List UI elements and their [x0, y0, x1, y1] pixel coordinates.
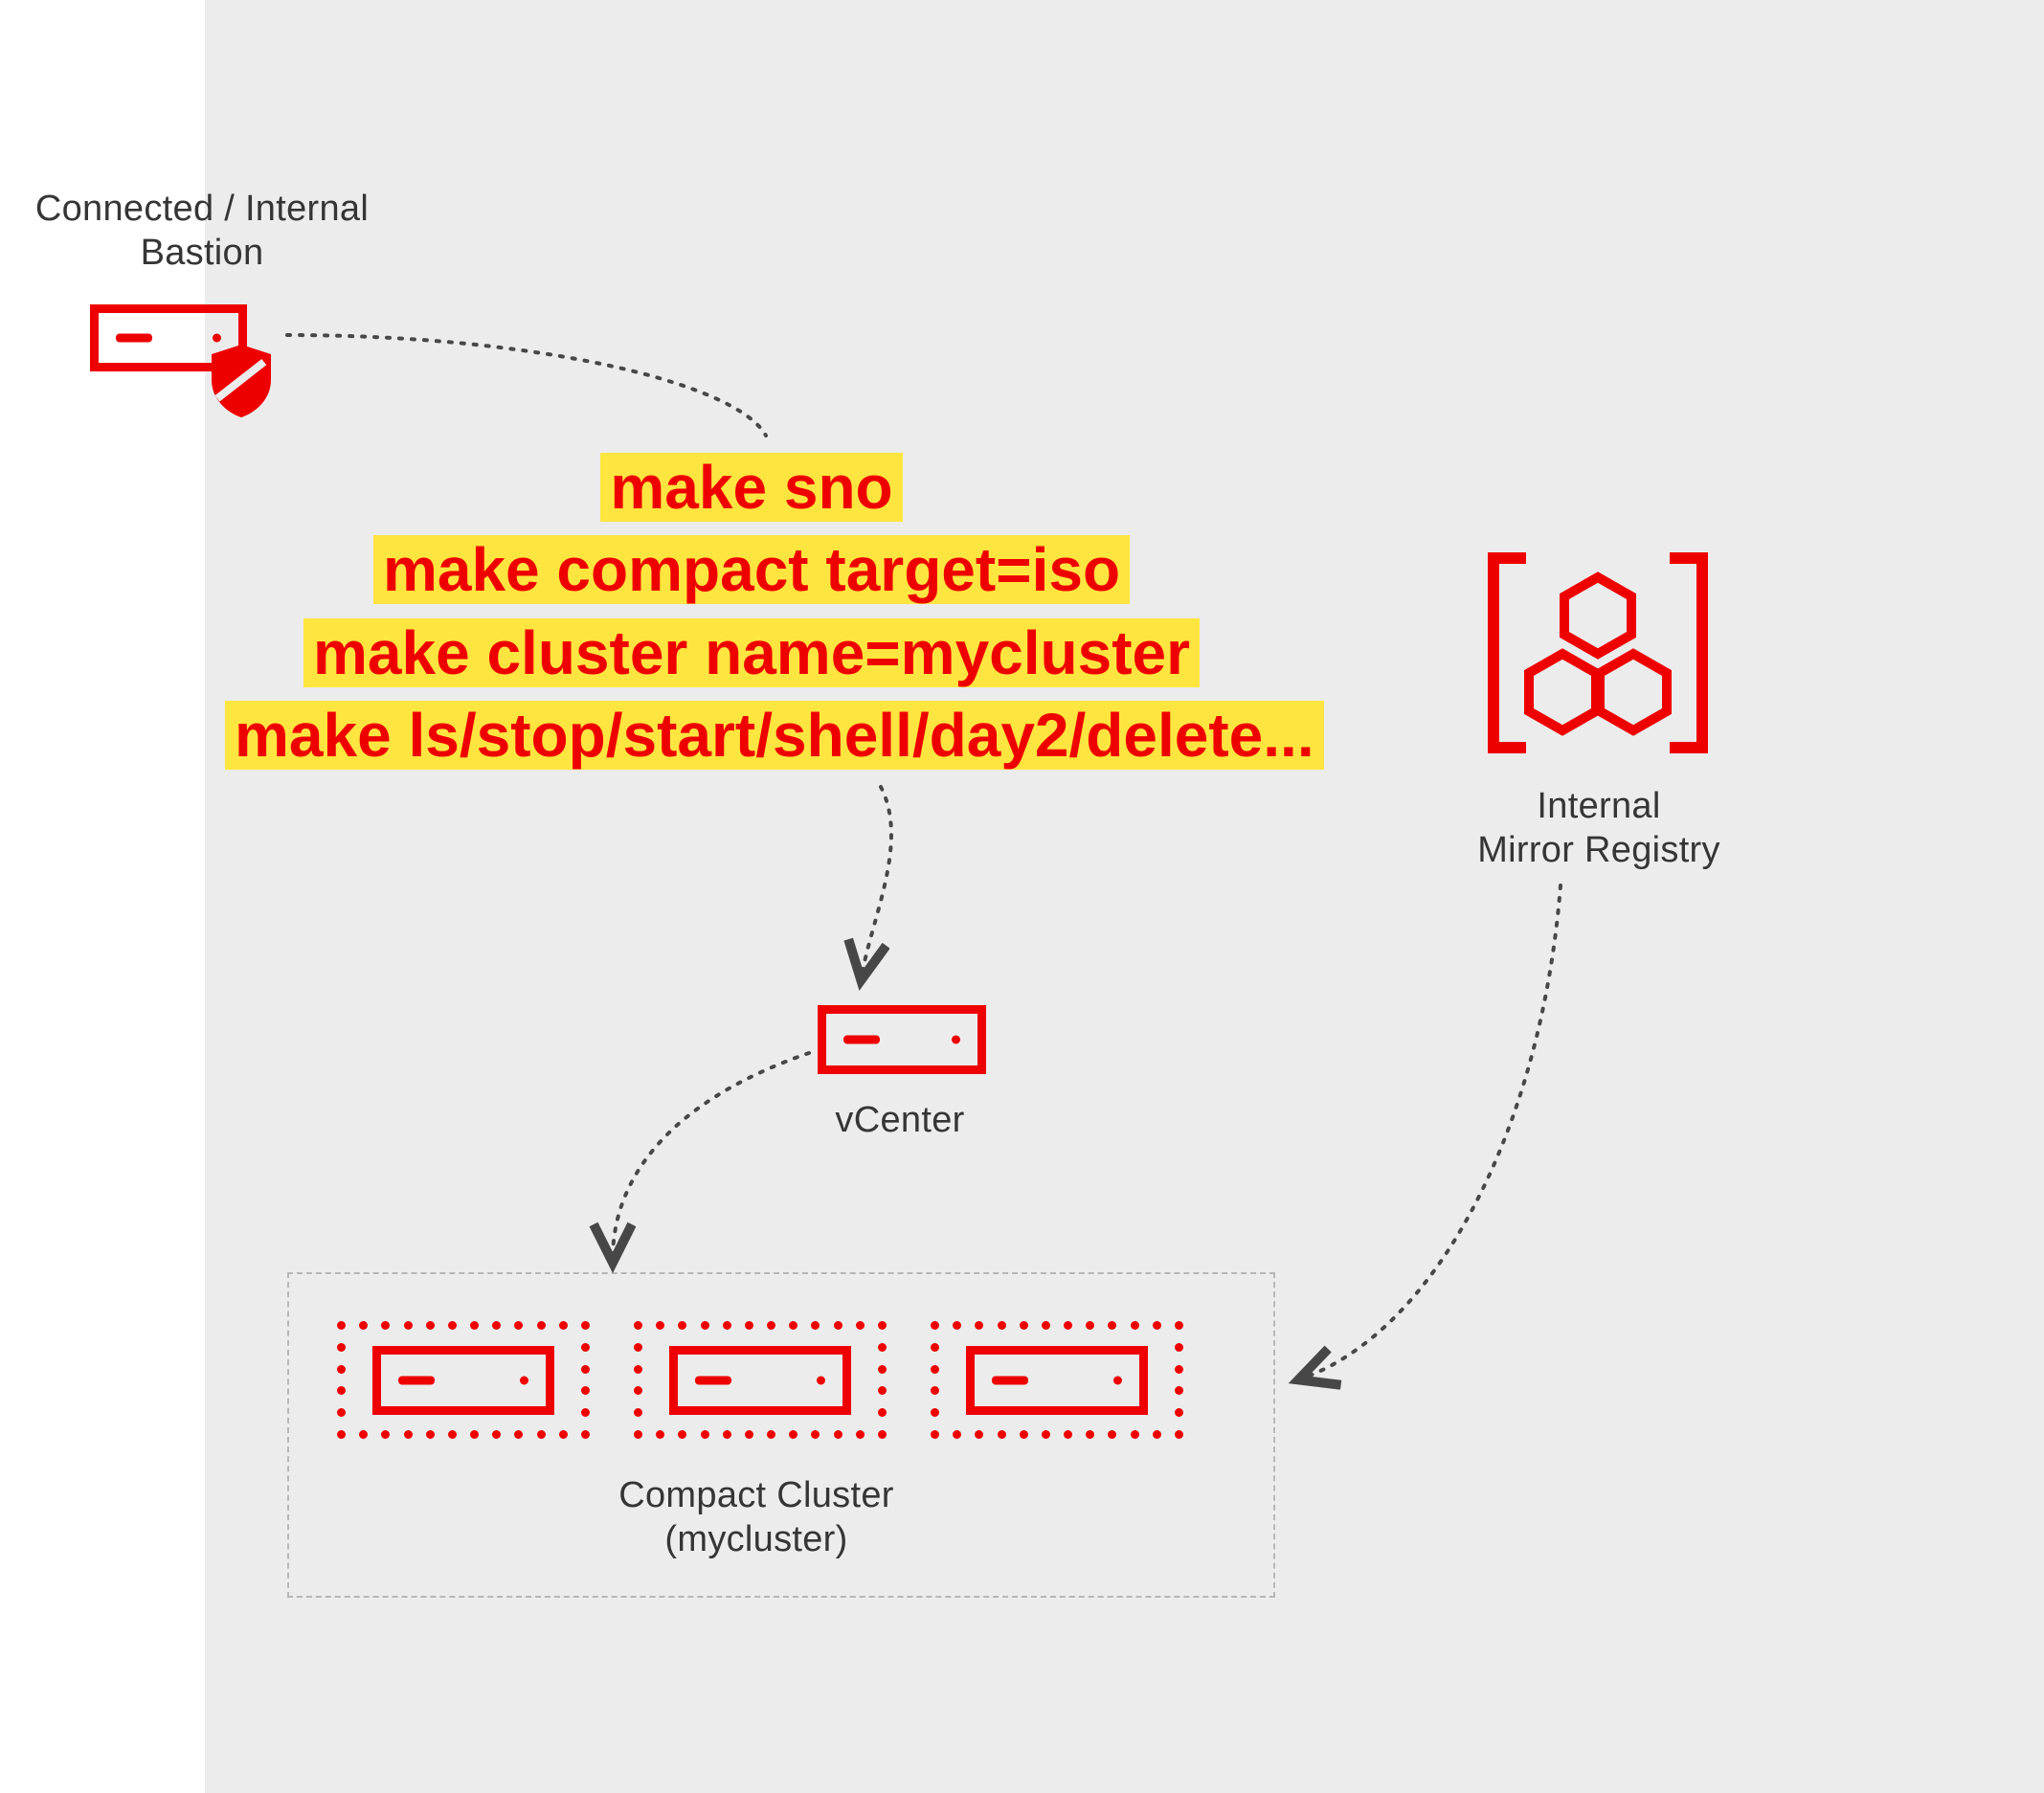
cluster-vm-2 [634, 1321, 887, 1439]
cluster-label-line1: Compact Cluster [618, 1475, 893, 1515]
registry-label: Internal Mirror Registry [1446, 785, 1752, 872]
bastion-label-line2: Bastion [141, 233, 264, 273]
bastion-label: Connected / Internal Bastion [6, 188, 398, 275]
registry-label-line1: Internal [1537, 786, 1660, 826]
commands-block: make sno make compact target=iso make cl… [225, 446, 1278, 777]
bastion-shield-icon [206, 342, 277, 420]
command-line-4: make ls/stop/start/shell/day2/delete... [225, 701, 1324, 770]
cluster-vm-1 [337, 1321, 590, 1439]
cluster-label-line2: (mycluster) [664, 1519, 847, 1559]
registry-label-line2: Mirror Registry [1477, 830, 1720, 870]
cluster-label: Compact Cluster (mycluster) [517, 1474, 996, 1561]
vcenter-icon [818, 1005, 986, 1074]
cluster-vm-3 [931, 1321, 1183, 1439]
command-line-1: make sno [600, 453, 902, 522]
registry-icon [1484, 549, 1712, 757]
bastion-label-line1: Connected / Internal [35, 189, 369, 229]
vcenter-label: vCenter [785, 1099, 1015, 1143]
vm-server-icon [372, 1346, 554, 1415]
vm-server-icon [966, 1346, 1148, 1415]
vm-server-icon [669, 1346, 851, 1415]
command-line-3: make cluster name=mycluster [303, 618, 1200, 687]
command-line-2: make compact target=iso [373, 535, 1130, 604]
